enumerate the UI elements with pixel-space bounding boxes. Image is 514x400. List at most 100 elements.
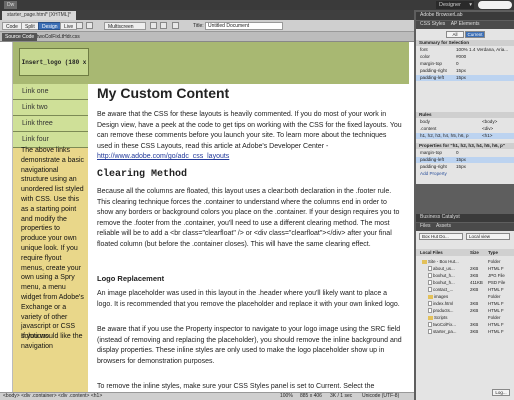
file-row[interactable]: images Folder <box>416 293 514 300</box>
rule-row[interactable]: h1, h2, h3, h4, h5, h6, p <h1> <box>416 133 514 139</box>
rule-tag: <body> <box>482 119 498 124</box>
file-size: 411KB <box>470 280 483 285</box>
file-row[interactable]: starter_pa... 3KB HTML F <box>416 328 514 335</box>
workspace-switcher[interactable]: Designer <box>436 1 474 9</box>
file-icon <box>428 266 432 272</box>
file-icon <box>428 273 432 279</box>
file-name-label: index.html <box>433 301 454 306</box>
summary-row[interactable]: color #000 <box>416 54 514 60</box>
file-name-label: Site - Box Hut... <box>428 259 459 264</box>
source-code-button[interactable]: Source Code <box>2 33 38 41</box>
log-button[interactable]: Log... <box>492 389 510 396</box>
summary-value: 0 <box>456 61 459 66</box>
document-tab[interactable]: starter_page.html* [XHTML]* <box>2 11 76 20</box>
logo-placeholder[interactable]: Insert_logo (180 x 90) <box>19 48 89 94</box>
file-row[interactable]: contact_... 2KB HTML F <box>416 286 514 293</box>
help-search-input[interactable] <box>478 1 512 9</box>
file-type: HTML F <box>488 322 504 327</box>
close-tab-icon[interactable]: × <box>53 11 57 17</box>
code-view-button[interactable]: Code <box>2 22 22 30</box>
site-select[interactable]: Box Hut Do... <box>419 233 463 240</box>
design-view-button[interactable]: Design <box>38 22 62 30</box>
summary-row[interactable]: font 100% 1.4 Verdana, Aria... <box>416 47 514 53</box>
summary-key: margin-top <box>420 61 442 66</box>
tab-ap-elements[interactable]: AP Elements <box>451 21 480 27</box>
summary-value: #000 <box>456 54 467 59</box>
document-title-input[interactable]: Untitled Document <box>205 22 283 30</box>
add-property-link[interactable]: Add Property <box>416 171 514 177</box>
document-toolbar: Code Split Design Live Multiscreen Title… <box>0 20 414 32</box>
file-row[interactable]: twoColFix... 3KB HTML F <box>416 321 514 328</box>
property-row[interactable]: padding-left 15px <box>416 157 514 163</box>
file-management-icon[interactable] <box>150 22 157 29</box>
file-row[interactable]: products... 2KB HTML F <box>416 307 514 314</box>
related-file-css[interactable]: twoColFixLtHdr.css <box>37 33 80 41</box>
tag-selector[interactable]: <body> <div .container> <div .content> <… <box>3 393 102 400</box>
inspect-icon[interactable] <box>86 22 93 29</box>
files-header-size: Size <box>470 250 479 255</box>
browserlab-panel-tab[interactable]: Adobe BrowserLab <box>416 12 514 20</box>
property-row[interactable]: padding-right 15px <box>416 164 514 170</box>
summary-title: Summary for Selection <box>416 40 514 46</box>
view-select[interactable]: Local view <box>466 233 510 240</box>
paragraph-intro[interactable]: Be aware that the CSS for these layouts … <box>97 110 403 163</box>
window-size[interactable]: 885 x 406 <box>300 393 322 400</box>
rule-row[interactable]: .content <div> <box>416 126 514 132</box>
encoding: Unicode (UTF-8) <box>362 393 400 399</box>
live-code-icon[interactable] <box>76 22 83 29</box>
file-name-label: about_us... <box>433 266 455 271</box>
design-view[interactable]: Insert_logo (180 x 90) Link one Link two… <box>0 42 414 392</box>
file-row[interactable]: index.html 3KB HTML F <box>416 300 514 307</box>
current-mode-button[interactable]: Current <box>465 31 485 38</box>
tab-files[interactable]: Files <box>420 223 431 229</box>
file-type: JPG File <box>488 273 505 278</box>
nav-link-three[interactable]: Link three <box>13 116 88 132</box>
file-row[interactable]: about_us... 2KB HTML F <box>416 265 514 272</box>
summary-row[interactable]: padding-left 15px <box>416 75 514 81</box>
paragraph-logo[interactable]: An image placeholder was used in this la… <box>97 289 403 310</box>
rule-selector: .content <box>420 126 437 131</box>
page-container: Insert_logo (180 x 90) Link one Link two… <box>12 42 409 392</box>
file-row[interactable]: boxhut_h... 411KB PSD File <box>416 279 514 286</box>
file-row[interactable]: Scripts Folder <box>416 314 514 321</box>
page-content: My Custom Content Be aware that the CSS … <box>93 84 405 392</box>
file-size: 2KB <box>470 266 479 271</box>
file-size: 3K / 1 sec <box>330 393 353 399</box>
summary-row[interactable]: margin-top 0 <box>416 61 514 67</box>
multiscreen-select[interactable]: Multiscreen <box>104 22 146 30</box>
css-styles-panel: All Current Summary for Selection font 10… <box>416 29 514 184</box>
live-view-button[interactable]: Live <box>60 22 78 30</box>
page-header: Insert_logo (180 x 90) <box>13 42 409 94</box>
status-bar: <body> <div .container> <div .content> <… <box>0 392 414 400</box>
file-icon <box>428 287 432 293</box>
files-header-name: Local Files <box>420 250 443 255</box>
nav-link-two[interactable]: Link two <box>13 100 88 116</box>
all-mode-button[interactable]: All <box>446 31 464 38</box>
summary-key: color <box>420 54 430 59</box>
paragraph-clearing[interactable]: Because all the columns are floated, thi… <box>97 187 403 250</box>
clearing-method-heading[interactable]: Clearing Method <box>97 169 187 181</box>
refresh-icon[interactable] <box>172 22 179 29</box>
logo-replacement-heading[interactable]: Logo Replacement <box>97 274 164 285</box>
paragraph-property-inspector[interactable]: Be aware that if you use the Property in… <box>97 325 403 367</box>
paragraph-inline-styles[interactable]: To remove the inline styles, make sure y… <box>97 382 403 392</box>
page-heading[interactable]: My Custom Content <box>97 86 229 99</box>
preview-in-browser-icon[interactable] <box>160 22 167 29</box>
rule-row[interactable]: body <body> <box>416 119 514 125</box>
split-view-button[interactable]: Split <box>21 22 39 30</box>
file-row[interactable]: boxhut_h... 3KB JPG File <box>416 272 514 279</box>
business-catalyst-tab[interactable]: Business Catalyst <box>416 214 514 222</box>
tab-assets[interactable]: Assets <box>436 223 451 229</box>
nav-link-one[interactable]: Link one <box>13 84 88 100</box>
css-panel-tabs: CSS Styles AP Elements <box>416 21 514 29</box>
property-value: 15px <box>456 157 466 162</box>
sidebar-text: The above links demonstrate a basic navi… <box>21 147 85 341</box>
zoom-level[interactable]: 100% <box>280 393 293 400</box>
summary-row[interactable]: padding-right 15px <box>416 68 514 74</box>
adobe-link[interactable]: http://www.adobe.com/go/adc_css_layouts <box>97 153 229 160</box>
rule-tag: <div> <box>482 126 494 131</box>
summary-key: padding-left <box>420 75 445 80</box>
property-row[interactable]: margin-top 0 <box>416 150 514 156</box>
tab-css-styles[interactable]: CSS Styles <box>420 21 445 27</box>
file-row[interactable]: Site - Box Hut... Folder <box>416 258 514 265</box>
